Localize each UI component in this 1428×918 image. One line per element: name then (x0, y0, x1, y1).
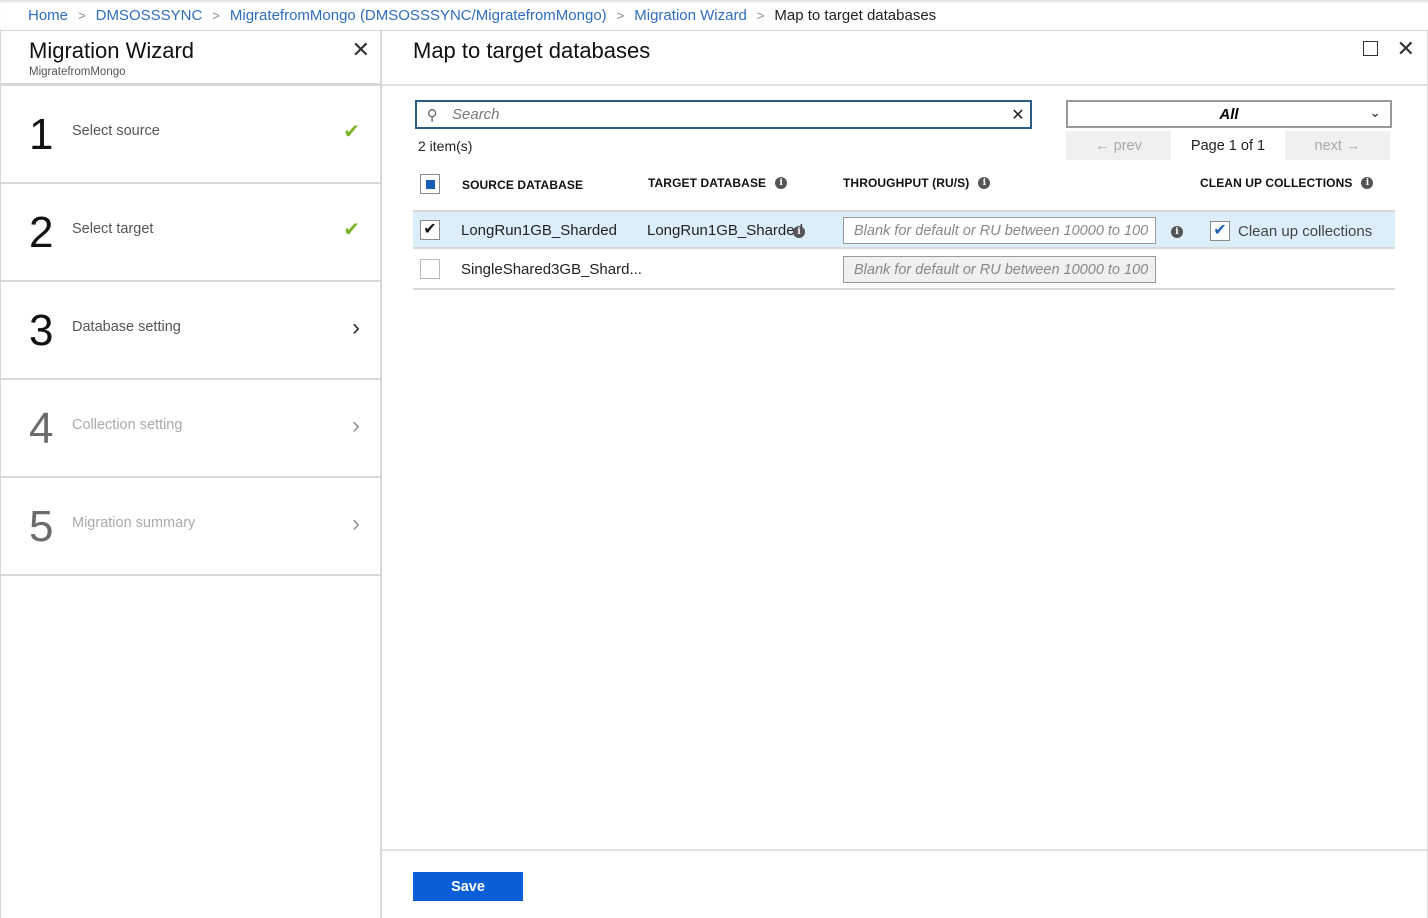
column-header-throughput: THROUGHPUT (RU/S) i (843, 176, 991, 190)
filter-selected-value: All (1219, 105, 1239, 123)
step-label: Collection setting (72, 417, 183, 433)
filter-dropdown[interactable]: All ⌄ (1066, 100, 1392, 128)
info-icon[interactable]: i (978, 177, 991, 189)
save-button[interactable]: Save (413, 872, 523, 901)
breadcrumb-separator-icon: > (212, 7, 220, 23)
breadcrumb-separator-icon: > (78, 7, 86, 23)
cleanup-collections-checkbox[interactable]: ✔ (1210, 221, 1230, 241)
breadcrumb-current: Map to target databases (774, 6, 937, 24)
target-database: LongRun1GB_Sharded (647, 222, 803, 239)
select-all-checkbox[interactable] (420, 174, 440, 194)
panel-title: Map to target databases (413, 38, 651, 63)
map-databases-blade: Map to target databases ✕ ⚲ ✕ All ⌄ 2 it… (382, 31, 1428, 918)
row-select-checkbox[interactable]: ✔ (420, 220, 440, 240)
step-database-setting[interactable]: 3 Database setting › (1, 282, 380, 380)
close-icon[interactable]: ✕ (1397, 38, 1415, 60)
chevron-right-icon: › (352, 412, 360, 439)
step-label: Select target (72, 221, 154, 237)
step-number: 2 (29, 208, 54, 257)
column-header-label: SOURCE DATABASE (462, 178, 584, 192)
checkmark-icon: ✔ (1213, 222, 1227, 239)
chevron-down-icon: ⌄ (1369, 104, 1381, 120)
breadcrumb-migratefrommongo[interactable]: MigratefromMongo (DMSOSSSYNC/Migratefrom… (230, 7, 607, 24)
info-icon[interactable]: i (1361, 177, 1374, 189)
search-box: ⚲ ✕ (415, 100, 1032, 129)
throughput-input[interactable] (843, 217, 1156, 244)
row-select-checkbox[interactable] (420, 259, 440, 279)
clear-search-icon[interactable]: ✕ (1006, 105, 1030, 125)
column-header-label: THROUGHPUT (RU/S) (843, 176, 970, 190)
next-page-button[interactable]: next → (1285, 131, 1390, 160)
breadcrumb-migration-wizard[interactable]: Migration Wizard (634, 7, 747, 24)
wizard-title: Migration Wizard (29, 38, 195, 63)
checkmark-icon: ✔ (343, 219, 360, 241)
breadcrumb-separator-icon: > (616, 7, 625, 23)
step-number: 4 (29, 404, 54, 453)
prev-page-button[interactable]: ← prev (1066, 131, 1171, 160)
wizard-blade: Migration Wizard MigratefromMongo ✕ 1 Se… (0, 31, 382, 918)
item-count: 2 item(s) (418, 138, 473, 154)
breadcrumb-dmsosssync[interactable]: DMSOSSSYNC (96, 7, 203, 24)
maximize-icon[interactable] (1363, 41, 1378, 56)
partial-selection-icon (425, 179, 435, 189)
panel-footer: Save (382, 849, 1428, 918)
breadcrumb-home[interactable]: Home (28, 7, 68, 24)
source-database: SingleShared3GB_Shard... (461, 261, 642, 278)
search-icon: ⚲ (426, 106, 438, 124)
column-header-label: CLEAN UP COLLECTIONS (1200, 176, 1353, 190)
step-label: Database setting (72, 319, 181, 335)
column-header-source: SOURCE DATABASE (462, 178, 583, 192)
throughput-input (843, 256, 1156, 283)
step-select-source[interactable]: 1 Select source ✔ (1, 86, 380, 184)
page-info: Page 1 of 1 (1190, 137, 1266, 154)
step-migration-summary: 5 Migration summary › (1, 478, 380, 576)
chevron-right-icon: › (352, 510, 360, 537)
step-label: Select source (72, 123, 160, 139)
step-number: 3 (29, 306, 54, 355)
wizard-subtitle: MigratefromMongo (29, 66, 126, 78)
info-icon[interactable]: i (793, 226, 805, 238)
source-database: LongRun1GB_Sharded (461, 222, 617, 239)
checkmark-icon: ✔ (423, 221, 437, 238)
cleanup-collections-label: Clean up collections (1238, 223, 1373, 240)
step-number: 1 (29, 110, 54, 159)
info-icon[interactable]: i (775, 177, 788, 189)
step-number: 5 (29, 502, 54, 551)
column-header-cleanup: CLEAN UP COLLECTIONS i (1200, 176, 1374, 190)
info-icon[interactable]: i (1171, 226, 1183, 238)
panel-header: Map to target databases ✕ (382, 31, 1427, 86)
column-header-target: TARGET DATABASE i (648, 176, 788, 190)
chevron-right-icon: › (352, 314, 360, 341)
breadcrumb: Home > DMSOSSSYNC > MigratefromMongo (DM… (0, 0, 1428, 31)
wizard-header: Migration Wizard MigratefromMongo ✕ (1, 31, 380, 86)
checkmark-icon: ✔ (343, 121, 360, 143)
breadcrumb-separator-icon: > (756, 7, 765, 23)
close-icon[interactable]: ✕ (352, 39, 370, 61)
search-input[interactable] (447, 106, 1006, 123)
table-row[interactable]: ✔ LongRun1GB_Sharded LongRun1GB_Sharded … (413, 210, 1395, 249)
step-collection-setting: 4 Collection setting › (1, 380, 380, 478)
step-select-target[interactable]: 2 Select target ✔ (1, 184, 380, 282)
step-label: Migration summary (72, 515, 196, 531)
column-header-label: TARGET DATABASE (648, 176, 767, 190)
table-row[interactable]: SingleShared3GB_Shard... (413, 251, 1395, 290)
